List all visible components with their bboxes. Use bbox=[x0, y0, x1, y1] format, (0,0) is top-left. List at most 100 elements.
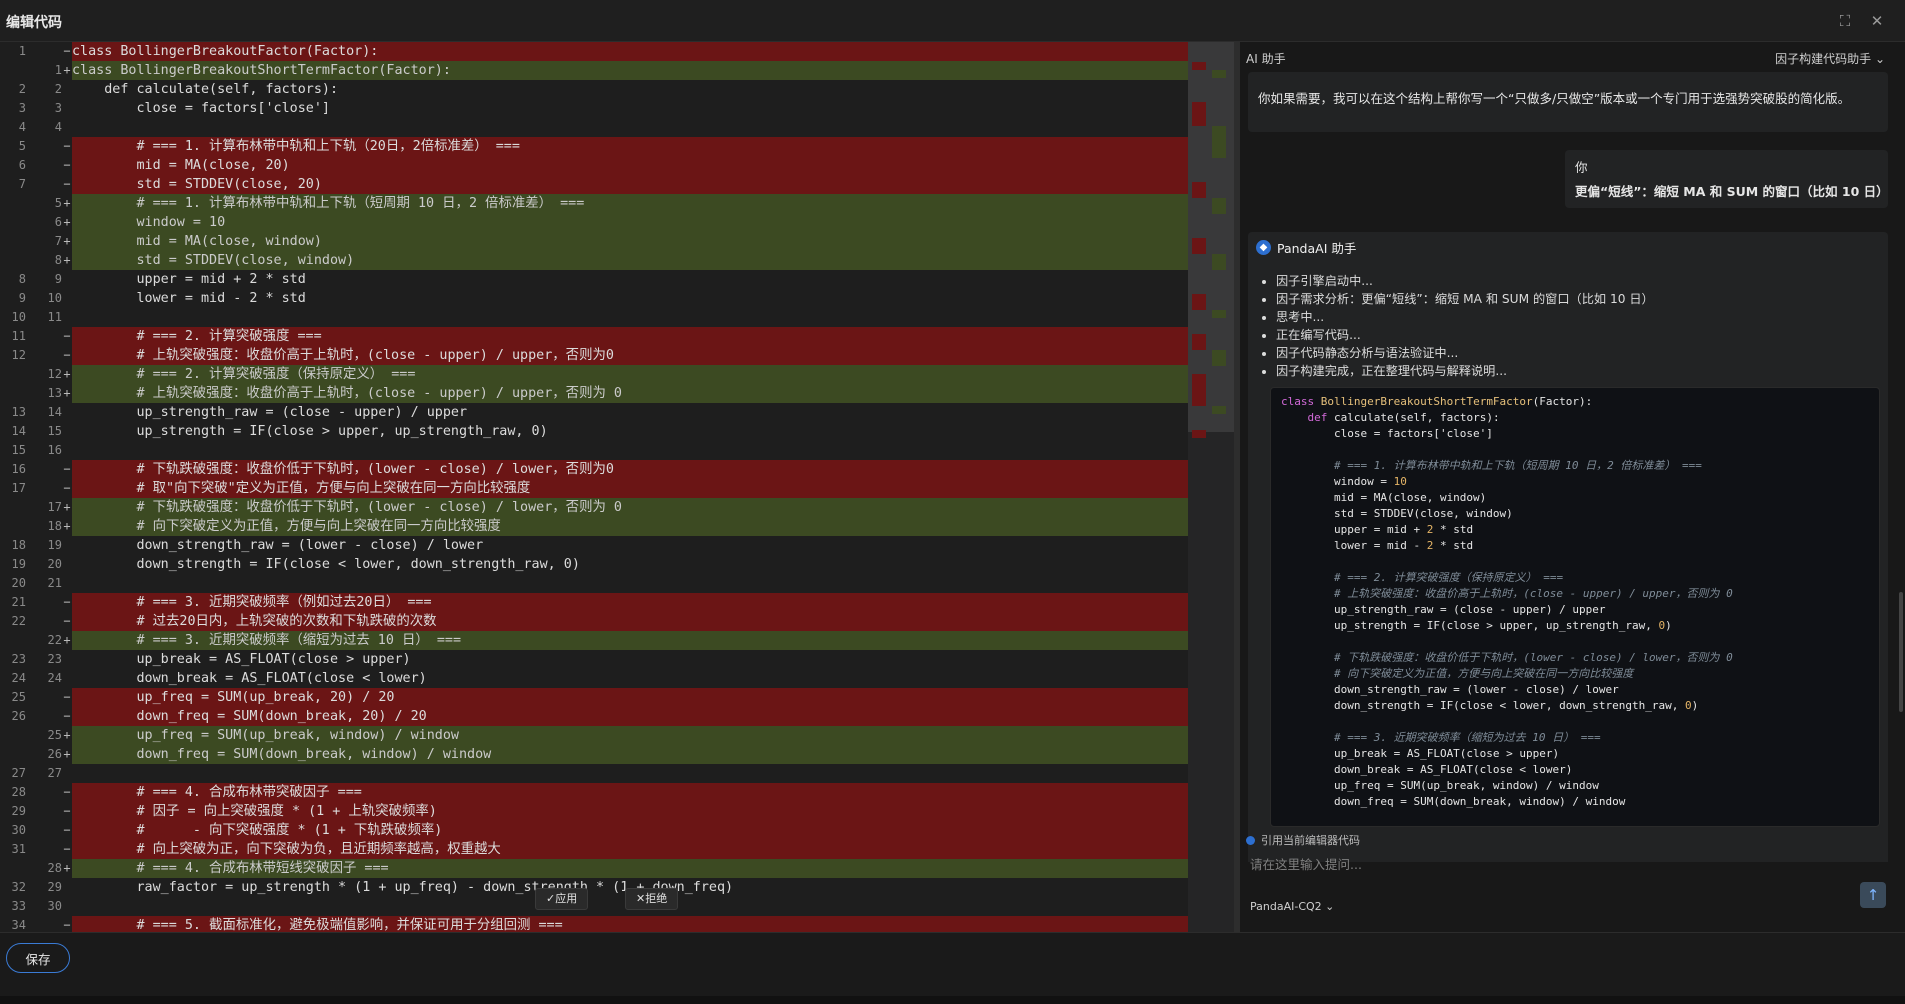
code-line[interactable]: 19 20 down_strength = IF(close < lower, d… bbox=[0, 555, 1204, 574]
diff-line-added[interactable]: 18 + # 向下突破定义为正值，方便与向上突破在同一方向比较强度 bbox=[0, 517, 1204, 536]
minimap-added-mark bbox=[1212, 350, 1226, 358]
diff-line-deleted[interactable]: 31 − # 向上突破为正，向下突破为负，且近期频率越高，权重越大 bbox=[0, 840, 1204, 859]
code-line[interactable]: 27 27 bbox=[0, 764, 1204, 783]
diff-line-added[interactable]: 1 + class BollingerBreakoutShortTermFactor… bbox=[0, 61, 1204, 80]
reference-radio[interactable] bbox=[1246, 835, 1255, 845]
diff-line-added[interactable]: 25 + up_freq = SUM(up_break, window) / wi… bbox=[0, 726, 1204, 745]
code-line[interactable]: 9 10 lower = mid - 2 * std bbox=[0, 289, 1204, 308]
diff-line-deleted[interactable]: 28 − # === 4. 合成布林带突破因子 === bbox=[0, 783, 1204, 802]
ai-panel-header: AI 助手 因子构建代码助手 ⌄ bbox=[1240, 42, 1905, 72]
code-line[interactable]: 20 21 bbox=[0, 574, 1204, 593]
diff-line-added[interactable]: 28 + # === 4. 合成布林带短线突破因子 === bbox=[0, 859, 1204, 878]
code-line[interactable]: 14 15 up_strength = IF(close > upper, up_… bbox=[0, 422, 1204, 441]
diff-line-added[interactable]: 12 + # === 2. 计算突破强度（保持原定义） === bbox=[0, 365, 1204, 384]
status-item: 因子构建完成，正在整理代码与解释说明... bbox=[1276, 362, 1654, 380]
new-line-number: 3 bbox=[54, 101, 62, 115]
diff-marker: − bbox=[63, 823, 71, 837]
diff-editor[interactable]: 1− class BollingerBreakoutFactor(Factor):… bbox=[0, 42, 1234, 932]
minimap-deleted-mark bbox=[1192, 182, 1206, 190]
diff-line-deleted[interactable]: 1 − class BollingerBreakoutFactor(Factor): bbox=[0, 42, 1204, 61]
generated-code-line bbox=[1281, 634, 1869, 650]
code-line[interactable]: 18 19 down_strength_raw = (lower - close)… bbox=[0, 536, 1204, 555]
diff-line-added[interactable]: 22 + # === 3. 近期突破频率（缩短为过去 10 日） === bbox=[0, 631, 1204, 650]
user-name: 你 bbox=[1575, 160, 1588, 175]
diff-line-deleted[interactable]: 29 − # 因子 = 向上突破强度 * (1 + 上轨突破频率) bbox=[0, 802, 1204, 821]
diff-marker: + bbox=[63, 519, 71, 533]
diff-line-deleted[interactable]: 22 − # 过去20日内，上轨突破的次数和下轨跌破的次数 bbox=[0, 612, 1204, 631]
diff-line-deleted[interactable]: 26 − down_freq = SUM(down_break, 20) / 20 bbox=[0, 707, 1204, 726]
diff-line-deleted[interactable]: 11 − # === 2. 计算突破强度 === bbox=[0, 327, 1204, 346]
reject-change-button[interactable]: ✕拒绝 bbox=[625, 888, 679, 910]
status-item: 正在编写代码... bbox=[1276, 326, 1654, 344]
diff-line-added[interactable]: 13 + # 上轨突破强度：收盘价高于上轨时，(close - upper) / … bbox=[0, 384, 1204, 403]
diff-marker: + bbox=[63, 747, 71, 761]
diff-line-added[interactable]: 26 + down_freq = SUM(down_break, window) … bbox=[0, 745, 1204, 764]
prompt-input[interactable] bbox=[1250, 852, 1770, 876]
code-line[interactable]: 3 3 close = factors['close'] bbox=[0, 99, 1204, 118]
generated-code-line: down_break = AS_FLOAT(close < lower) bbox=[1281, 763, 1573, 776]
code-text: down_strength = IF(close < lower, down_s… bbox=[72, 557, 580, 572]
diff-line-added[interactable]: 6 + window = 10 bbox=[0, 213, 1204, 232]
diff-line-deleted[interactable]: 5 − # === 1. 计算布林带中轨和上下轨（20日，2倍标准差） === bbox=[0, 137, 1204, 156]
save-button[interactable]: 保存 bbox=[6, 943, 70, 973]
code-line[interactable]: 15 16 bbox=[0, 441, 1204, 460]
diff-line-added[interactable]: 8 + std = STDDEV(close, window) bbox=[0, 251, 1204, 270]
new-line-number: 23 bbox=[47, 652, 62, 666]
old-line-number: 34 bbox=[11, 918, 26, 932]
new-line-number: 18 bbox=[47, 519, 62, 533]
assistant-select[interactable]: 因子构建代码助手 ⌄ bbox=[1775, 50, 1885, 67]
code-line[interactable]: 24 24 down_break = AS_FLOAT(close < lower… bbox=[0, 669, 1204, 688]
old-line-number: 21 bbox=[11, 595, 26, 609]
code-line[interactable]: 13 14 up_strength_raw = (close - upper) /… bbox=[0, 403, 1204, 422]
minimap[interactable] bbox=[1188, 42, 1234, 932]
send-button[interactable]: ↑ bbox=[1860, 882, 1886, 908]
diff-line-deleted[interactable]: 17 − # 取"向下突破"定义为正值，方便与向上突破在同一方向比较强度 bbox=[0, 479, 1204, 498]
fullscreen-icon[interactable]: ⛶ bbox=[1836, 12, 1854, 30]
new-line-number: 1 bbox=[54, 63, 62, 77]
diff-line-deleted[interactable]: 16 − # 下轨跌破强度：收盘价低于下轨时，(lower - close) / … bbox=[0, 460, 1204, 479]
minimap-deleted-mark bbox=[1192, 390, 1206, 398]
old-line-number: 19 bbox=[11, 557, 26, 571]
code-line[interactable]: 33 30 bbox=[0, 897, 1204, 916]
diff-line-added[interactable]: 7 + mid = MA(close, window) bbox=[0, 232, 1204, 251]
code-line[interactable]: 32 29 raw_factor = up_strength * (1 + up_… bbox=[0, 878, 1204, 897]
chat-history[interactable]: 你如果需要，我可以在这个结构上帮你写一个“只做多/只做空”版本或一个专门用于选强… bbox=[1240, 72, 1905, 862]
diff-line-added[interactable]: 17 + # 下轨跌破强度：收盘价低于下轨时，(lower - close) / … bbox=[0, 498, 1204, 517]
code-line[interactable]: 8 9 upper = mid + 2 * std bbox=[0, 270, 1204, 289]
code-line[interactable]: 10 11 bbox=[0, 308, 1204, 327]
model-select[interactable]: PandaAI-CQ2 ⌄ bbox=[1250, 900, 1334, 913]
code-text: down_break = AS_FLOAT(close < lower) bbox=[72, 671, 427, 686]
diff-line-added[interactable]: 5 + # === 1. 计算布林带中轨和上下轨（短周期 10 日，2 倍标准差）… bbox=[0, 194, 1204, 213]
diff-line-deleted[interactable]: 25 − up_freq = SUM(up_break, 20) / 20 bbox=[0, 688, 1204, 707]
code-text: class BollingerBreakoutFactor(Factor): bbox=[72, 42, 1204, 61]
code-text: mid = MA(close, window) bbox=[72, 232, 1204, 251]
new-line-number: 6 bbox=[54, 215, 62, 229]
close-icon[interactable]: ✕ bbox=[1868, 12, 1886, 30]
code-line[interactable]: 44 bbox=[0, 118, 1204, 137]
code-line[interactable]: 2 2 def calculate(self, factors): bbox=[0, 80, 1204, 99]
reference-editor-code-option[interactable]: 引用当前编辑器代码 bbox=[1246, 832, 1360, 848]
status-item: 因子代码静态分析与语法验证中... bbox=[1276, 344, 1654, 362]
old-line-number: 25 bbox=[11, 690, 26, 704]
new-line-number: 24 bbox=[47, 671, 62, 685]
minimap-added-mark bbox=[1212, 254, 1226, 262]
code-text: # === 4. 合成布林带短线突破因子 === bbox=[72, 859, 1204, 878]
chat-scrollbar[interactable] bbox=[1899, 592, 1903, 712]
code-text: down_freq = SUM(down_break, 20) / 20 bbox=[72, 707, 1204, 726]
diff-line-deleted[interactable]: 21 − # === 3. 近期突破频率（例如过去20日） === bbox=[0, 593, 1204, 612]
diff-line-deleted[interactable]: 6 − mid = MA(close, 20) bbox=[0, 156, 1204, 175]
old-line-number: 15 bbox=[11, 443, 26, 457]
diff-line-deleted[interactable]: 30 − # - 向下突破强度 * (1 + 下轨跌破频率) bbox=[0, 821, 1204, 840]
old-line-number: 27 bbox=[11, 766, 26, 780]
apply-change-button[interactable]: ✓应用 bbox=[535, 888, 589, 910]
diff-line-deleted[interactable]: 34 − # === 5. 截面标准化，避免极端值影响，并保证可用于分组回测 ==… bbox=[0, 916, 1204, 932]
chevron-down-icon: ⌄ bbox=[1325, 900, 1335, 913]
code-text: # 因子 = 向上突破强度 * (1 + 上轨突破频率) bbox=[72, 802, 1204, 821]
new-line-number: 22 bbox=[47, 633, 62, 647]
new-line-number: 21 bbox=[47, 576, 62, 590]
diff-line-deleted[interactable]: 7 − std = STDDEV(close, 20) bbox=[0, 175, 1204, 194]
generated-code-block[interactable]: class BollingerBreakoutShortTermFactor(F… bbox=[1270, 387, 1880, 827]
code-line[interactable]: 23 23 up_break = AS_FLOAT(close > upper) bbox=[0, 650, 1204, 669]
diff-line-deleted[interactable]: 12 − # 上轨突破强度：收盘价高于上轨时，(close - upper) / … bbox=[0, 346, 1204, 365]
